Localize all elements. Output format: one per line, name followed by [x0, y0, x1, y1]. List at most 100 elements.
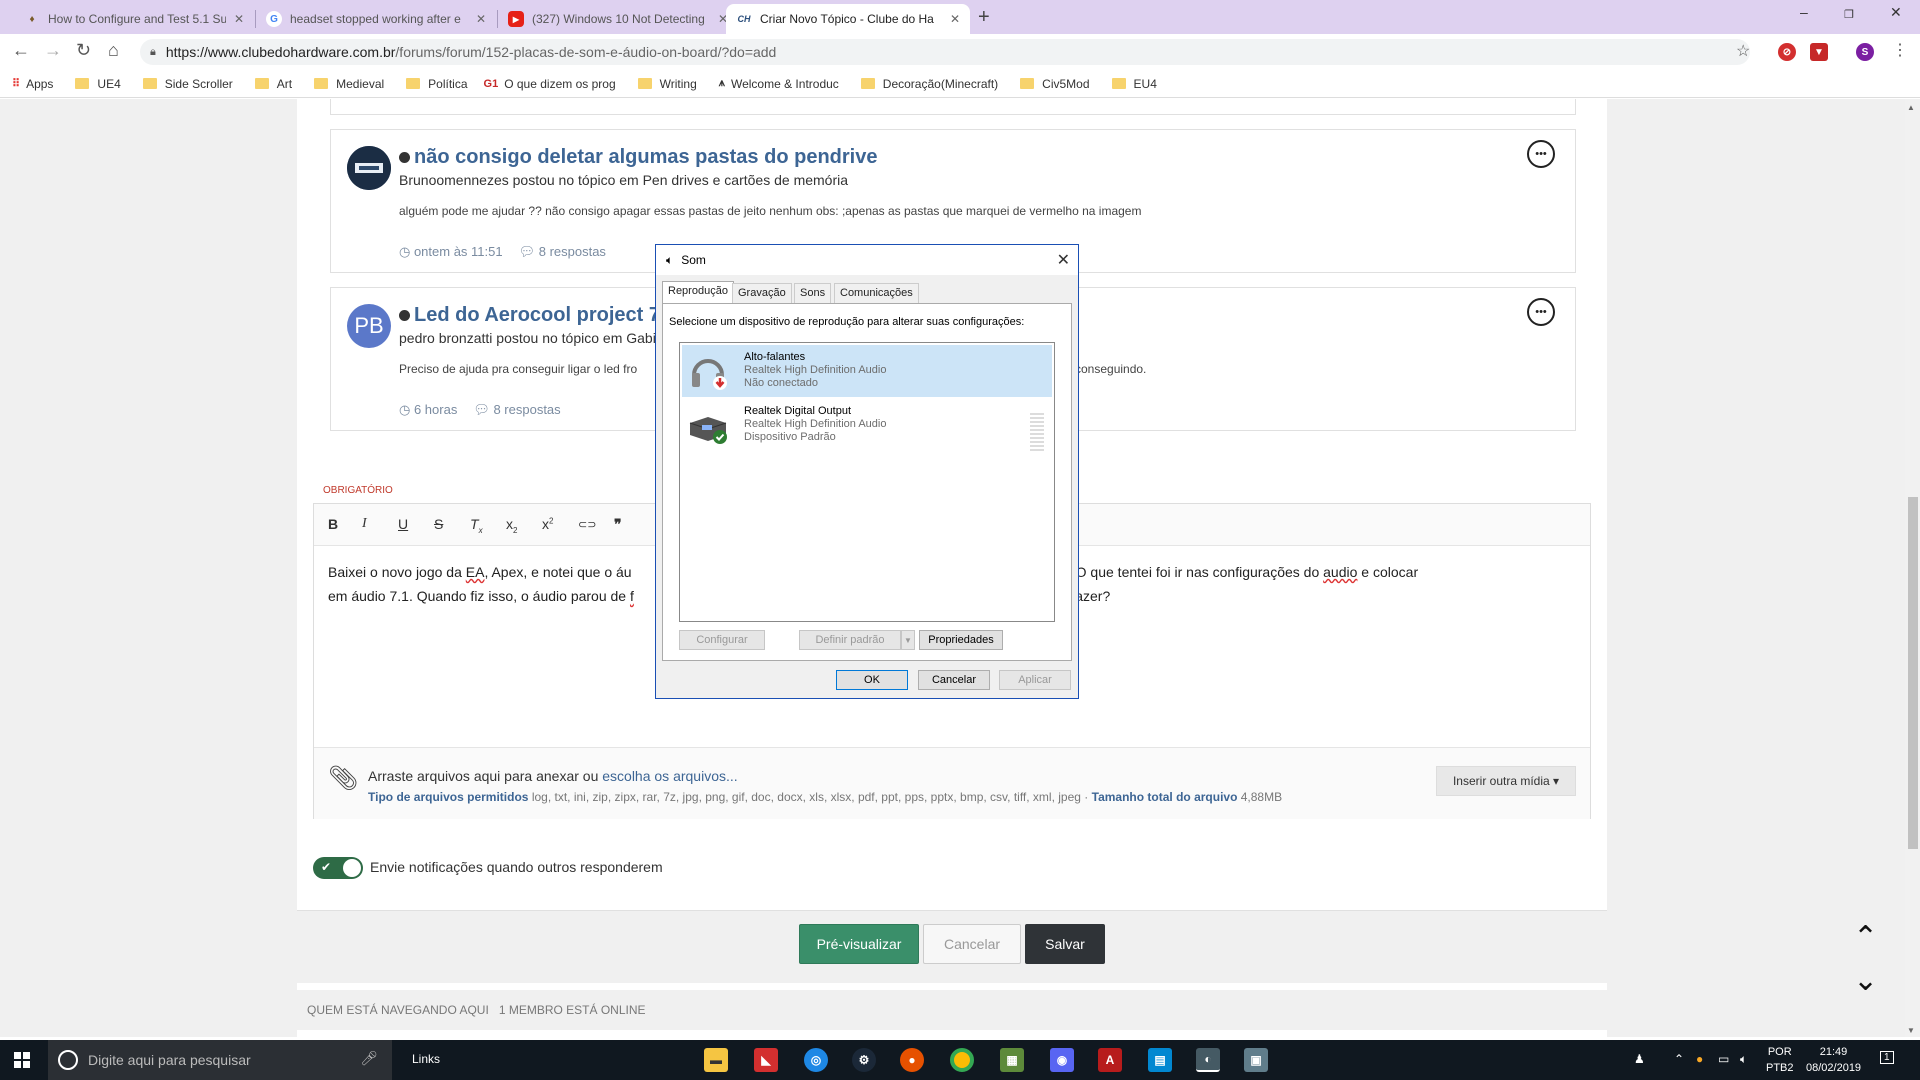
tab-headset-stopped[interactable]: G headset stopped working after e ✕ [256, 4, 496, 34]
tab-criar-novo-topico[interactable]: CH Criar Novo Tópico - Clube do Ha ✕ [726, 4, 970, 34]
close-tab-icon[interactable]: ✕ [476, 12, 486, 26]
bookmark-ue4[interactable]: UE4 [75, 77, 121, 91]
clock[interactable]: 21:49 08/02/2019 [1806, 1044, 1861, 1076]
bookmark-star-icon[interactable]: ☆ [1736, 41, 1750, 61]
links-toolbar[interactable]: Links [412, 1052, 440, 1066]
home-icon[interactable]: ⌂ [108, 40, 119, 61]
ok-button[interactable]: OK [836, 670, 908, 690]
tab-comunicacoes[interactable]: Comunicações [834, 283, 919, 303]
bookmark-art[interactable]: Art [254, 77, 292, 91]
post-meta: ◷ 6 horas 💬︎ 8 respostas [399, 402, 593, 418]
new-tab-icon[interactable]: + [978, 6, 990, 29]
volume-icon[interactable]: 🔈︎ [1740, 1052, 1747, 1067]
notifications-icon[interactable]: 1 [1880, 1051, 1894, 1064]
italic-icon[interactable]: I [362, 516, 367, 532]
extension-shield-icon[interactable]: ▼ [1810, 43, 1828, 61]
scroll-up-arrow[interactable]: ▲ [1907, 103, 1915, 112]
dialog-close-icon[interactable]: ✕ [1057, 250, 1070, 270]
uplay-icon[interactable]: ◎ [804, 1048, 828, 1072]
strikethrough-icon[interactable]: S [434, 516, 443, 532]
bookmark-medieval[interactable]: Medieval [314, 77, 384, 91]
close-window-icon[interactable]: ✕ [1890, 4, 1902, 21]
avatar[interactable]: PB [347, 304, 391, 348]
save-button[interactable]: Salvar [1025, 924, 1105, 964]
avatar[interactable] [347, 146, 391, 190]
folder-icon [860, 78, 875, 89]
bookmark-politica[interactable]: Política [406, 77, 468, 91]
bookmark-eu4[interactable]: EU4 [1111, 77, 1157, 91]
attachment-dropzone[interactable]: 📎︎ Arraste arquivos aqui para anexar ou … [314, 747, 1590, 819]
post-title[interactable]: não consigo deletar algumas pastas do pe… [399, 146, 877, 169]
adobe-icon[interactable]: A [1098, 1048, 1122, 1072]
language-indicator[interactable]: POR PTB2 [1766, 1044, 1794, 1076]
microphone-icon[interactable]: 🎤︎ [360, 1050, 378, 1067]
scroll-to-bottom-icon[interactable]: ⌃ [1853, 960, 1878, 995]
subscript-icon[interactable]: x2 [506, 516, 517, 535]
chrome-icon[interactable] [950, 1048, 974, 1072]
bookmark-civ5mod[interactable]: Civ5Mod [1020, 77, 1090, 91]
choose-files-link[interactable]: escolha os arquivos... [602, 768, 737, 784]
close-tab-icon[interactable]: ✕ [234, 12, 244, 26]
close-tab-icon[interactable]: ✕ [950, 12, 960, 26]
profile-avatar[interactable]: S [1856, 43, 1874, 61]
tab-sons[interactable]: Sons [794, 283, 832, 303]
people-icon[interactable]: ♟ [1634, 1052, 1645, 1066]
scrollbar-thumb[interactable] [1908, 497, 1918, 849]
dialog-cancel-button[interactable]: Cancelar [918, 670, 990, 690]
printer-icon[interactable]: ▣ [1244, 1048, 1268, 1072]
tab-windows10-youtube[interactable]: ▶ (327) Windows 10 Not Detecting ✕ [498, 4, 738, 34]
windows-start-icon[interactable] [14, 1052, 30, 1068]
device-item-digital-output[interactable]: Realtek Digital Output Realtek High Defi… [682, 399, 1052, 453]
bold-icon[interactable]: B [328, 516, 338, 532]
scroll-to-top-icon[interactable]: ⌃ [1853, 920, 1878, 955]
extension-adblock-icon[interactable]: ⊘ [1778, 43, 1796, 61]
minecraft-icon[interactable]: ▦ [1000, 1048, 1024, 1072]
menu-kebab-icon[interactable]: ⋮ [1892, 40, 1908, 60]
discord-icon[interactable]: ◉ [1050, 1048, 1074, 1072]
set-default-dropdown-icon[interactable]: ▼ [901, 630, 915, 650]
tab-reproducao[interactable]: Reprodução [662, 281, 734, 304]
origin-icon[interactable]: ● [900, 1048, 924, 1072]
tab-how-to-configure[interactable]: ♦ How to Configure and Test 5.1 Su ✕ [14, 4, 254, 34]
control-panel-icon[interactable]: ▤ [1148, 1048, 1172, 1072]
bookmark-welcome[interactable]: ⩚ Welcome & Introduc [719, 77, 839, 91]
superscript-icon[interactable]: x2 [542, 516, 553, 532]
configure-button[interactable]: Configurar [679, 630, 765, 650]
preview-button[interactable]: Pré-visualizar [799, 924, 919, 964]
restore-icon[interactable]: ❐ [1844, 8, 1854, 21]
steam-icon[interactable]: ⚙ [852, 1048, 876, 1072]
tray-chevron-icon[interactable]: ⌃ [1674, 1052, 1684, 1066]
tab-gravacao[interactable]: Gravação [732, 283, 792, 303]
file-explorer-icon[interactable]: ▬ [704, 1048, 728, 1072]
network-icon[interactable]: ▭ [1718, 1052, 1729, 1066]
post-title[interactable]: Led do Aerocool project 7 [399, 304, 660, 327]
folder-icon [75, 78, 90, 89]
apply-button[interactable]: Aplicar [999, 670, 1071, 690]
address-bar[interactable]: 🔒︎ https://www.clubedohardware.com.br/fo… [140, 39, 1750, 65]
device-item-alto-falantes[interactable]: Alto-falantes Realtek High Definition Au… [682, 345, 1052, 397]
avira-icon[interactable]: ◣ [754, 1048, 778, 1072]
bookmark-side-scroller[interactable]: Side Scroller [142, 77, 233, 91]
set-default-button[interactable]: Definir padrão [799, 630, 901, 650]
minimize-icon[interactable]: – [1800, 4, 1808, 20]
reload-icon[interactable]: ↻ [76, 40, 91, 61]
bookmark-writing[interactable]: Writing [637, 77, 697, 91]
taskbar-search[interactable]: Digite aqui para pesquisar 🎤︎ [48, 1040, 392, 1080]
clear-format-icon[interactable]: Tx [470, 516, 483, 535]
underline-icon[interactable]: U [398, 516, 408, 532]
notify-toggle[interactable]: ✔ [313, 857, 363, 879]
tray-app-icon[interactable]: ● [1696, 1052, 1703, 1066]
properties-button[interactable]: Propriedades [919, 630, 1003, 650]
link-icon[interactable]: ⊂⊃ [578, 518, 596, 531]
cancel-button[interactable]: Cancelar [923, 924, 1021, 964]
forward-icon[interactable]: → [44, 40, 62, 61]
bookmark-o-que-dizem[interactable]: G1 O que dizem os prog [484, 77, 616, 91]
insert-media-button[interactable]: Inserir outra mídia ▾ [1436, 766, 1576, 796]
bookmark-apps[interactable]: ⠿ Apps [12, 77, 53, 91]
quote-icon[interactable]: ❞ [614, 516, 622, 533]
dialog-titlebar[interactable]: 🔈︎ Som [656, 245, 1078, 275]
bookmark-decoracao[interactable]: Decoração(Minecraft) [860, 77, 998, 91]
back-icon[interactable]: ← [12, 40, 30, 61]
sound-settings-taskbar-icon[interactable]: ◐ [1196, 1048, 1220, 1072]
scroll-down-arrow[interactable]: ▼ [1907, 1026, 1915, 1035]
